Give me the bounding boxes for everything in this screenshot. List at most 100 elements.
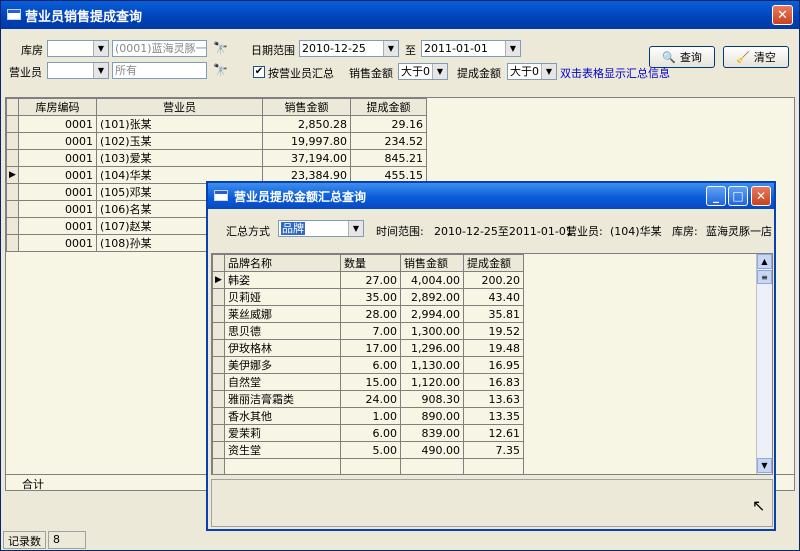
table-cell: 1,300.00 (400, 322, 464, 340)
table-cell: 1,120.00 (400, 373, 464, 391)
row-selector[interactable] (212, 407, 225, 425)
sales-amount-select[interactable]: 大于0 ▼ (398, 63, 448, 80)
warehouse-name: (0001)蓝海灵豚一店 (115, 42, 207, 55)
row-selector[interactable]: ▶ (212, 271, 225, 289)
table-row[interactable]: 思贝德 7.00 1,300.00 19.52 (212, 322, 524, 340)
popup-vertical-scrollbar[interactable]: ▲ ≡ ▼ (756, 254, 772, 474)
row-selector[interactable] (6, 200, 19, 218)
table-cell: 28.00 (340, 305, 401, 323)
chevron-down-icon: ▼ (383, 41, 398, 56)
table-cell: 908.30 (400, 390, 464, 408)
clear-button[interactable]: 🧹 清空 (723, 46, 789, 68)
sales-amount-op: 大于0 (401, 65, 430, 78)
minimize-button[interactable]: _ (706, 186, 726, 206)
table-row[interactable]: ▶ 韩姿 27.00 4,004.00 200.20 (212, 271, 524, 289)
table-row[interactable]: 资生堂 5.00 490.00 7.35 (212, 441, 524, 459)
table-row[interactable]: 0001 (102)玉某 19,997.80 234.52 (6, 132, 427, 150)
table-row[interactable]: 0001 (101)张某 2,850.28 29.16 (6, 115, 427, 133)
table-row[interactable]: 爱茉莉 6.00 839.00 12.61 (212, 424, 524, 442)
commission-select[interactable]: 大于0 ▼ (507, 63, 557, 80)
table-cell: 资生堂 (224, 441, 341, 459)
table-cell: 2,850.28 (262, 115, 351, 133)
broom-icon: 🧹 (736, 50, 750, 64)
hint-link[interactable]: 双击表格显示汇总信息 (560, 65, 670, 81)
table-cell: 0001 (18, 183, 97, 201)
binoculars-icon[interactable]: 🔭 (213, 63, 231, 77)
table-cell: 0001 (18, 217, 97, 235)
table-cell: 4,004.00 (400, 271, 464, 289)
table-cell: 1,130.00 (400, 356, 464, 374)
chevron-down-icon: ▼ (432, 64, 447, 79)
table-row[interactable]: 贝莉娅 35.00 2,892.00 43.40 (212, 288, 524, 306)
row-selector (213, 475, 225, 476)
row-selector[interactable] (212, 441, 225, 459)
scroll-up-icon[interactable]: ▲ (757, 254, 772, 269)
date-from-picker[interactable]: 2010-12-25 ▼ (299, 40, 399, 57)
col-header[interactable]: 数量 (340, 254, 401, 272)
table-cell: 贝莉娅 (224, 288, 341, 306)
chevron-down-icon: ▼ (505, 41, 520, 56)
mode-select[interactable]: 品牌 ▼ (278, 220, 364, 237)
row-selector[interactable] (212, 373, 225, 391)
col-header[interactable]: 营业员 (96, 98, 263, 116)
col-header[interactable]: 提成金额 (462, 254, 524, 272)
query-button-label: 查询 (679, 51, 702, 64)
scroll-thumb[interactable]: ≡ (757, 270, 772, 284)
table-cell: 1,296.00 (400, 339, 464, 357)
date-to-picker[interactable]: 2011-01-01 ▼ (421, 40, 521, 57)
col-header[interactable]: 库房编码 (18, 98, 97, 116)
total-cell: 合计 (225, 475, 341, 476)
close-button[interactable]: ✕ (772, 5, 793, 25)
table-row[interactable]: 0001 (103)爱某 37,194.00 845.21 (6, 149, 427, 167)
popup-close-button[interactable]: ✕ (751, 186, 771, 206)
mode-value: 品牌 (281, 222, 305, 235)
popup-warehouse-value: 蓝海灵豚一店 (706, 225, 772, 238)
warehouse-combo[interactable]: ▼ (47, 40, 109, 57)
table-cell: 0001 (18, 115, 97, 133)
clerk-combo[interactable]: ▼ (47, 62, 109, 79)
row-selector[interactable]: ▶ (6, 166, 19, 184)
table-row[interactable]: 雅丽洁膏霜类 24.00 908.30 13.63 (212, 390, 524, 408)
col-header[interactable]: 销售金额 (262, 98, 351, 116)
table-row[interactable]: 伊玫格林 17.00 1,296.00 19.48 (212, 339, 524, 357)
total-cell: 23,384.90 (401, 475, 464, 476)
col-header[interactable]: 提成金额 (350, 98, 427, 116)
table-cell: 7.00 (340, 322, 401, 340)
row-selector[interactable] (212, 339, 225, 357)
row-selector[interactable] (6, 115, 19, 133)
row-selector[interactable] (212, 390, 225, 408)
row-selector-header (212, 254, 225, 272)
popup-table[interactable]: 品牌名称 数量 销售金额 提成金额 ▶ 韩姿 27.00 4,004.00 200.20… (211, 253, 773, 475)
table-cell: 19.52 (462, 322, 524, 340)
row-selector[interactable] (6, 149, 19, 167)
table-row[interactable]: 香水其他 1.00 890.00 13.35 (212, 407, 524, 425)
row-selector[interactable] (212, 305, 225, 323)
total-cell: 362.00 (341, 475, 401, 476)
row-selector[interactable] (212, 288, 225, 306)
binoculars-icon[interactable]: 🔭 (213, 41, 231, 55)
sales-amount-label: 销售金额 (349, 67, 393, 80)
maximize-button[interactable]: □ (728, 186, 748, 206)
table-row[interactable]: 美伊娜多 6.00 1,130.00 16.95 (212, 356, 524, 374)
row-selector[interactable] (212, 322, 225, 340)
clerk-name: 所有 (115, 64, 137, 77)
row-selector[interactable] (212, 356, 225, 374)
col-header[interactable]: 销售金额 (400, 254, 464, 272)
group-by-clerk-checkbox[interactable]: ✔ (253, 66, 265, 78)
date-to-value: 2011-01-01 (424, 42, 488, 55)
clear-button-label: 清空 (753, 51, 776, 64)
popup-clerk-label: 营业员: (566, 225, 603, 238)
row-selector[interactable] (6, 217, 19, 235)
row-selector[interactable] (6, 183, 19, 201)
scroll-down-icon[interactable]: ▼ (757, 458, 772, 473)
row-selector[interactable] (6, 132, 19, 150)
table-cell: 2,994.00 (400, 305, 464, 323)
row-selector[interactable] (6, 234, 19, 252)
table-cell: 35.00 (340, 288, 401, 306)
date-range-label: 日期范围 (251, 44, 295, 57)
row-selector[interactable] (212, 424, 225, 442)
group-by-clerk-label: 按营业员汇总 (268, 67, 334, 80)
col-header[interactable]: 品牌名称 (224, 254, 341, 272)
table-row[interactable]: 莱丝威娜 28.00 2,994.00 35.81 (212, 305, 524, 323)
table-row[interactable]: 自然堂 15.00 1,120.00 16.83 (212, 373, 524, 391)
